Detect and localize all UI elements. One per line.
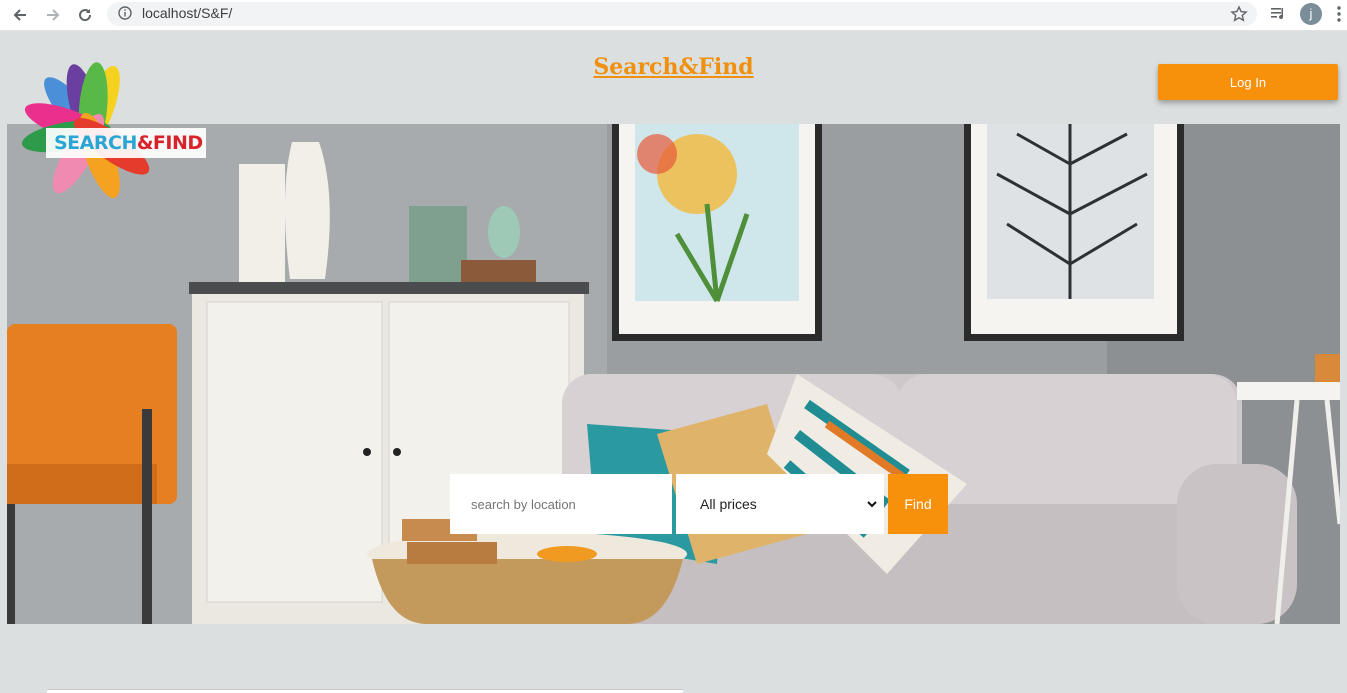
profile-avatar[interactable]: j — [1300, 3, 1322, 25]
chevron-down-icon — [867, 501, 877, 508]
logo-text-find: &FIND — [136, 132, 203, 154]
bookmark-star-icon[interactable] — [1230, 5, 1248, 28]
browser-toolbar: localhost/S&F/ j — [0, 0, 1347, 31]
logo-text-search: SEARCH — [54, 132, 137, 154]
find-button[interactable]: Find — [888, 474, 948, 534]
back-button[interactable] — [9, 4, 31, 26]
content-strip — [47, 689, 683, 693]
url-text[interactable]: localhost/S&F/ — [142, 5, 232, 21]
price-select-value: All prices — [700, 496, 757, 512]
login-button[interactable]: Log In — [1158, 64, 1338, 100]
address-bar[interactable] — [107, 2, 1257, 26]
logo-text: SEARCH&FIND — [54, 132, 203, 154]
info-icon[interactable] — [118, 6, 132, 25]
back-arrow-icon — [13, 9, 26, 21]
media-queue-icon[interactable] — [1270, 6, 1288, 27]
forward-arrow-icon — [47, 9, 60, 21]
search-find-logo[interactable]: SEARCH&FIND — [6, 52, 216, 212]
price-select[interactable]: All prices — [676, 474, 884, 534]
browser-menu-icon[interactable] — [1337, 6, 1341, 27]
location-search-input[interactable] — [450, 474, 672, 534]
forward-button[interactable] — [42, 4, 64, 26]
reload-icon — [79, 9, 92, 22]
reload-button[interactable] — [74, 4, 96, 26]
